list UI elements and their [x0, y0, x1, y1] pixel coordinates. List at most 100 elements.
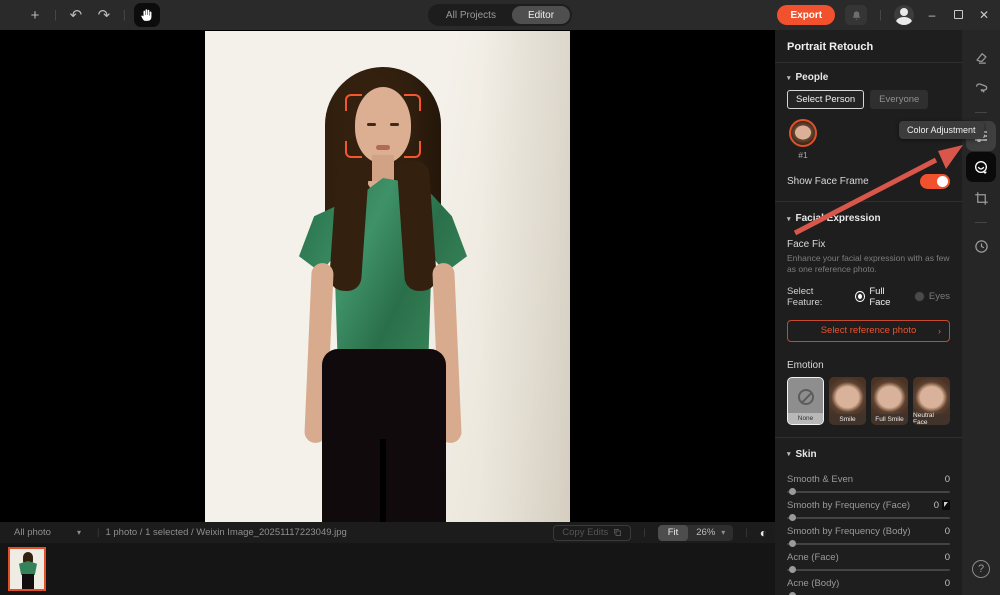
slider-track[interactable]	[787, 543, 950, 545]
skin-header-label: Skin	[796, 449, 817, 460]
chevron-down-icon: ▾	[721, 528, 725, 537]
panel-title: Portrait Retouch	[775, 30, 962, 63]
thumb-pants	[22, 574, 34, 591]
radio-unselected-icon	[915, 292, 924, 301]
photo-thumbnail-selected[interactable]	[8, 547, 46, 591]
face-frame-corner	[345, 141, 362, 158]
radio-eyes[interactable]: Eyes	[915, 291, 950, 302]
slider-label: Acne (Body)	[787, 578, 839, 589]
tab-all-projects[interactable]: All Projects	[430, 6, 512, 24]
slider-track[interactable]	[787, 569, 950, 571]
crop-icon	[974, 191, 989, 206]
face-frame-corner	[404, 141, 421, 158]
zoom-level-value: 26%	[696, 527, 715, 538]
detected-face-chip[interactable]: #1	[787, 119, 819, 160]
collapse-triangle-icon: ▾	[787, 215, 791, 223]
close-button[interactable]: ✕	[976, 8, 992, 22]
right-tool-rail: ?	[962, 30, 1000, 595]
patch-tool-icon	[974, 81, 989, 96]
toolbar-divider: |	[121, 9, 128, 21]
emotion-option-label: Smile	[829, 414, 866, 425]
toolbar-divider: |	[877, 9, 884, 21]
face-frame-corner	[404, 94, 421, 111]
filmstrip	[0, 543, 775, 595]
fit-button[interactable]: Fit	[658, 525, 689, 541]
face-frame-overlay[interactable]	[345, 94, 421, 158]
before-after-compare-icon[interactable]: ◐	[760, 526, 767, 540]
add-photo-button[interactable]: +	[24, 4, 46, 26]
slider-label: Acne (Face)	[787, 552, 839, 563]
show-face-frame-label: Show Face Frame	[787, 176, 869, 187]
help-button[interactable]: ?	[972, 560, 990, 578]
emotion-option-neutral-face[interactable]: Neutral Face	[913, 377, 950, 425]
export-button[interactable]: Export	[777, 5, 835, 25]
portrait-retouch-tool-button[interactable]	[966, 152, 996, 182]
emotion-label: Emotion	[775, 346, 962, 377]
face-number-label: #1	[798, 150, 807, 160]
history-button[interactable]	[966, 231, 996, 261]
people-section-header[interactable]: ▾ People	[775, 63, 962, 90]
radio-eyes-label: Eyes	[929, 291, 950, 302]
tool-divider	[975, 112, 987, 113]
maximize-icon	[954, 10, 963, 19]
slider-track[interactable]	[787, 491, 950, 493]
zoom-level-dropdown[interactable]: 26% ▾	[688, 527, 733, 538]
portrait-retouch-panel: Portrait Retouch ▾ People Select Person …	[775, 30, 962, 595]
view-switcher: All Projects Editor	[428, 4, 572, 26]
chevron-right-icon: ›	[938, 326, 941, 336]
none-slash-icon	[798, 389, 814, 405]
slider-acne-face: Acne (Face) 0	[775, 545, 962, 571]
slider-value: 0	[945, 552, 950, 563]
eraser-tool-button[interactable]	[966, 42, 996, 72]
photo-preview[interactable]	[205, 31, 570, 522]
tool-divider	[975, 222, 987, 223]
notification-button[interactable]	[845, 5, 867, 25]
thumb-top	[19, 561, 37, 575]
eraser-icon	[974, 50, 989, 65]
slider-acne-body: Acne (Body) 0	[775, 571, 962, 595]
face-thumbnail	[789, 119, 817, 147]
clock-icon	[974, 239, 989, 254]
selection-info: 1 photo / 1 selected / Weixin Image_2025…	[105, 527, 346, 538]
slider-value: 0	[945, 578, 950, 589]
select-reference-photo-button[interactable]: Select reference photo ›	[787, 320, 950, 342]
titlebar: + | ↶ ↷ | All Projects Editor Export |	[0, 0, 1000, 30]
radio-full-face-label: Full Face	[869, 286, 905, 308]
radio-full-face[interactable]: Full Face	[856, 286, 905, 308]
copy-edits-button[interactable]: Copy Edits	[553, 525, 631, 541]
face-fix-title: Face Fix	[775, 231, 962, 253]
wall-shadow	[480, 31, 570, 522]
copy-icon	[613, 528, 622, 537]
hand-tool-button[interactable]	[134, 3, 160, 27]
maximize-button[interactable]	[950, 8, 966, 22]
canvas-area[interactable]: All photo ▾ | 1 photo / 1 selected / Wei…	[0, 30, 775, 595]
slider-track[interactable]	[787, 517, 950, 519]
emotion-option-label: None	[788, 413, 823, 424]
facial-expression-header-label: Facial Expression	[796, 213, 881, 224]
show-face-frame-toggle[interactable]	[920, 174, 950, 189]
emotion-option-smile[interactable]: Smile	[829, 377, 866, 425]
slider-value: 0	[945, 526, 950, 537]
emotion-option-full-smile[interactable]: Full Smile	[871, 377, 908, 425]
emotion-option-none[interactable]: None	[787, 377, 824, 425]
hand-icon	[140, 8, 154, 22]
undo-button[interactable]: ↶	[65, 4, 87, 26]
minimize-button[interactable]: –	[924, 8, 940, 22]
facial-expression-section-header[interactable]: ▾ Facial Expression	[775, 204, 962, 231]
select-person-button[interactable]: Select Person	[787, 90, 864, 109]
slider-smooth-frequency-body: Smooth by Frequency (Body) 0	[775, 519, 962, 545]
patch-tool-button[interactable]	[966, 73, 996, 103]
user-avatar[interactable]	[894, 5, 914, 25]
slider-label: Smooth by Frequency (Face)	[787, 500, 910, 511]
mouse-cursor	[942, 500, 950, 510]
statusbar-divider: |	[637, 527, 651, 538]
tab-editor[interactable]: Editor	[512, 6, 570, 24]
redo-button[interactable]: ↷	[93, 4, 115, 26]
skin-section-header[interactable]: ▾ Skin	[775, 440, 962, 467]
everyone-button[interactable]: Everyone	[870, 90, 928, 109]
slider-smooth-even: Smooth & Even 0	[775, 467, 962, 493]
photo-filter-dropdown[interactable]: All photo ▾	[0, 527, 91, 538]
app-window: + | ↶ ↷ | All Projects Editor Export |	[0, 0, 1000, 595]
toolbar-divider: |	[52, 9, 59, 21]
crop-tool-button[interactable]	[966, 183, 996, 213]
